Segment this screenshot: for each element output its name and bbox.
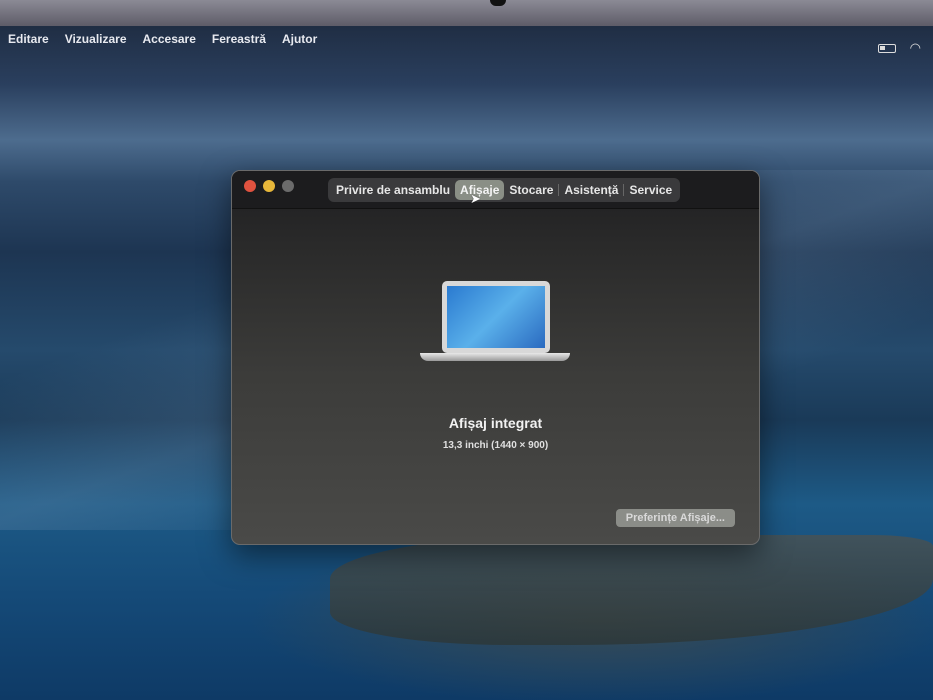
close-button[interactable] bbox=[244, 180, 256, 192]
battery-icon[interactable] bbox=[877, 43, 896, 53]
about-this-mac-window: Privire de ansamblu Afișaje Stocare Asis… bbox=[231, 170, 760, 545]
wifi-icon[interactable]: ◠ bbox=[910, 40, 921, 56]
title-bar: Privire de ansamblu Afișaje Stocare Asis… bbox=[232, 171, 759, 209]
display-name: Afișaj integrat bbox=[448, 415, 543, 431]
tab-service[interactable]: Service bbox=[624, 180, 677, 200]
laptop-icon bbox=[420, 281, 570, 371]
tab-storage[interactable]: Stocare bbox=[504, 180, 558, 200]
menu-fereastra[interactable]: Fereastră bbox=[212, 32, 266, 46]
display-spec: 13,3 inchi (1440 × 900) bbox=[442, 440, 549, 451]
screen-bezel bbox=[0, 0, 933, 26]
menu-ajutor[interactable]: Ajutor bbox=[282, 32, 317, 46]
menu-accesare[interactable]: Accesare bbox=[143, 32, 196, 46]
tab-bar: Privire de ansamblu Afișaje Stocare Asis… bbox=[328, 178, 681, 202]
zoom-button[interactable] bbox=[282, 180, 294, 192]
minimize-button[interactable] bbox=[263, 180, 275, 192]
menu-bar: Editare Vizualizare Accesare Fereastră A… bbox=[0, 26, 933, 52]
tab-support[interactable]: Asistență bbox=[559, 180, 623, 200]
display-preferences-button[interactable]: Preferințe Afișaje... bbox=[615, 509, 735, 527]
camera-notch bbox=[490, 0, 506, 6]
mouse-cursor-icon: ➤ bbox=[470, 191, 481, 206]
menu-vizualizare[interactable]: Vizualizare bbox=[65, 32, 127, 46]
wallpaper-coast bbox=[330, 535, 933, 645]
menu-editare[interactable]: Editare bbox=[8, 32, 49, 46]
status-area: ◠ bbox=[877, 40, 921, 56]
tab-overview[interactable]: Privire de ansamblu bbox=[331, 180, 455, 200]
